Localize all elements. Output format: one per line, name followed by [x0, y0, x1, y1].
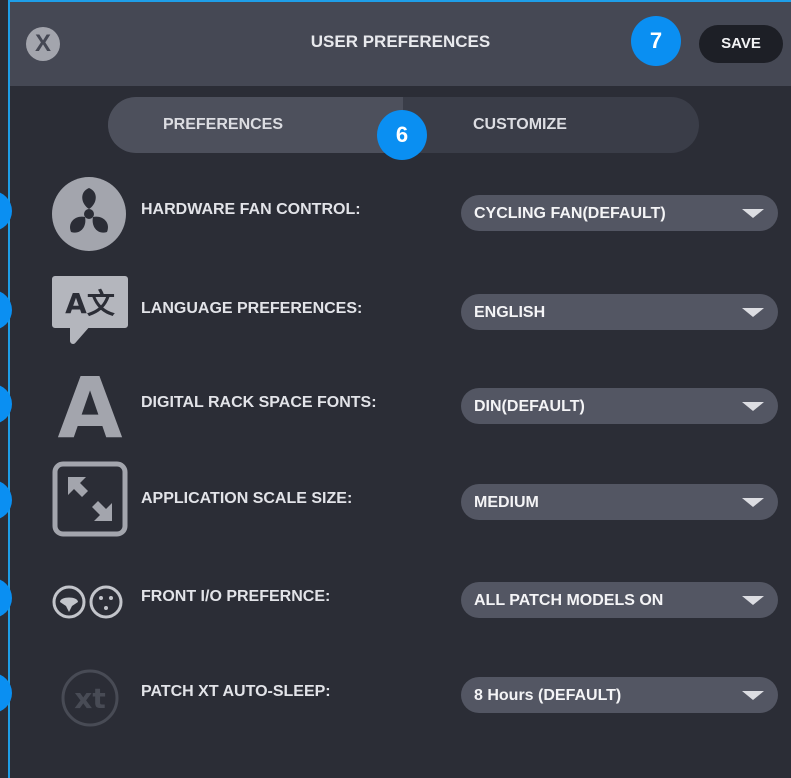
- setting-label: FRONT I/O PREFERNCE:: [141, 588, 331, 605]
- setting-label: APPLICATION SCALE SIZE:: [141, 490, 353, 507]
- dropdown-value: CYCLING FAN(DEFAULT): [474, 205, 666, 222]
- language-icon: A文: [52, 276, 128, 344]
- callout-badge-save: 7: [631, 16, 681, 66]
- xt-icon: xt: [61, 669, 119, 727]
- setting-label: HARDWARE FAN CONTROL:: [141, 201, 361, 218]
- fan-icon: [52, 177, 126, 251]
- chevron-down-icon: [742, 209, 764, 218]
- font-icon: A: [57, 365, 122, 445]
- dropdown-value: DIN(DEFAULT): [474, 398, 585, 415]
- dropdown-value: ALL PATCH MODELS ON: [474, 592, 664, 609]
- chevron-down-icon: [742, 691, 764, 700]
- front-io-icon: [52, 585, 123, 619]
- chevron-down-icon: [742, 498, 764, 507]
- tab-preferences-label[interactable]: PREFERENCES: [163, 116, 283, 134]
- dropdown-value: 8 Hours (DEFAULT): [474, 687, 622, 704]
- setting-row-front-io: FRONT I/O PREFERNCE: ALL PATCH MODELS ON: [0, 563, 791, 633]
- fan-control-dropdown[interactable]: CYCLING FAN(DEFAULT): [461, 195, 778, 231]
- callout-badge-tabs: 6: [377, 110, 427, 160]
- setting-label: LANGUAGE PREFERENCES:: [141, 300, 363, 317]
- dropdown-value: MEDIUM: [474, 494, 539, 511]
- callout-marker-edge: [0, 578, 12, 618]
- setting-row-language: A文 LANGUAGE PREFERENCES: ENGLISH: [0, 275, 791, 345]
- front-io-dropdown[interactable]: ALL PATCH MODELS ON: [461, 582, 778, 618]
- save-button[interactable]: SAVE: [699, 25, 783, 63]
- scale-size-dropdown[interactable]: MEDIUM: [461, 484, 778, 520]
- callout-marker-edge: [0, 384, 12, 424]
- callout-marker-edge: [0, 290, 12, 330]
- setting-label: DIGITAL RACK SPACE FONTS:: [141, 394, 377, 411]
- xt-icon-text: xt: [74, 682, 105, 715]
- language-icon-text: A文: [65, 287, 115, 320]
- setting-row-fan: HARDWARE FAN CONTROL: CYCLING FAN(DEFAUL…: [0, 176, 791, 251]
- auto-sleep-dropdown[interactable]: 8 Hours (DEFAULT): [461, 677, 778, 713]
- setting-row-scale: APPLICATION SCALE SIZE: MEDIUM: [0, 461, 791, 537]
- chevron-down-icon: [742, 308, 764, 317]
- setting-row-auto-sleep: xt PATCH XT AUTO-SLEEP: 8 Hours (DEFAULT…: [0, 658, 791, 728]
- language-dropdown[interactable]: ENGLISH: [461, 294, 778, 330]
- setting-label: PATCH XT AUTO-SLEEP:: [141, 683, 331, 700]
- setting-row-fonts: A DIGITAL RACK SPACE FONTS: DIN(DEFAULT): [0, 365, 791, 445]
- callout-marker-edge: [0, 480, 12, 520]
- chevron-down-icon: [742, 402, 764, 411]
- scale-icon: [52, 461, 128, 537]
- rack-font-dropdown[interactable]: DIN(DEFAULT): [461, 388, 778, 424]
- dropdown-value: ENGLISH: [474, 304, 546, 321]
- callout-marker-edge: [0, 673, 12, 713]
- chevron-down-icon: [742, 596, 764, 605]
- font-icon-text: A: [57, 365, 122, 445]
- callout-marker-edge: [0, 191, 12, 231]
- tab-customize[interactable]: CUSTOMIZE: [473, 116, 567, 134]
